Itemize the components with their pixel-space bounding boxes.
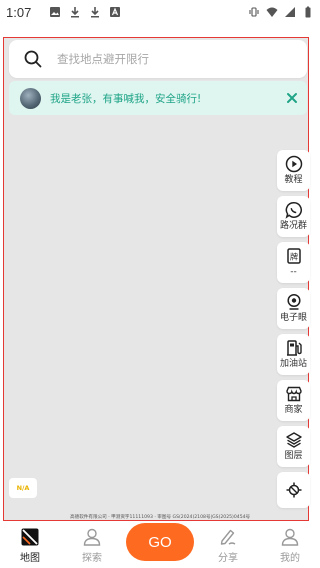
tool-label: 加油站 — [279, 359, 307, 369]
tool-label: 路况群 — [279, 221, 307, 231]
store-icon — [285, 385, 303, 403]
tool-label: 电子眼 — [279, 313, 307, 323]
scale-badge-text: N/A — [16, 484, 30, 492]
tool-gas-station-button[interactable]: 加油站 — [277, 334, 310, 375]
tool-label: -- — [290, 267, 297, 277]
notice-banner: 我是老张，有事喊我，安全骑行! — [9, 81, 307, 115]
nav-item-map[interactable]: 地图 — [10, 527, 50, 564]
nav-label-explore: 探索 — [82, 553, 102, 564]
app-screen: 1:07 查找地点避开限行 我是老张，有事喊我，安全骑行! 教程 路况群 牌 -… — [0, 0, 320, 568]
license-plate-icon: 牌 — [285, 247, 303, 265]
tool-merchant-button[interactable]: 商家 — [277, 380, 310, 421]
svg-text:牌: 牌 — [290, 252, 298, 262]
search-icon — [23, 49, 43, 69]
notice-text: 我是老张，有事喊我，安全骑行! — [50, 92, 202, 105]
nav-item-mine[interactable]: 我的 — [270, 527, 310, 564]
font-icon — [109, 6, 121, 18]
layers-icon — [285, 431, 303, 449]
nav-label-mine: 我的 — [280, 553, 300, 564]
go-button[interactable]: GO — [126, 523, 194, 561]
status-left: 1:07 — [6, 5, 121, 20]
tool-layers-button[interactable]: 图层 — [277, 426, 310, 467]
nav-label-map: 地图 — [20, 553, 40, 564]
map-icon — [20, 527, 40, 547]
tool-label: 商家 — [284, 405, 303, 415]
search-bar[interactable]: 查找地点避开限行 — [9, 40, 307, 78]
status-bar: 1:07 — [0, 0, 320, 24]
map-credits: 高德软件有限公司 · 甲测资字11111093 · 审图号 GS(2024)21… — [70, 515, 251, 520]
nav-item-explore[interactable]: 探索 — [72, 527, 112, 564]
avatar — [20, 87, 41, 109]
tool-label: 教程 — [284, 175, 303, 185]
play-icon — [285, 155, 303, 173]
close-icon[interactable] — [285, 91, 299, 105]
signal-icon — [284, 6, 296, 18]
fuel-icon — [285, 339, 303, 357]
image-icon — [49, 6, 61, 18]
tool-license-plate-button[interactable]: 牌 -- — [277, 242, 310, 283]
scale-badge: N/A — [9, 478, 37, 498]
nav-label-share: 分享 — [218, 553, 238, 564]
wifi-icon — [266, 6, 278, 18]
search-placeholder: 查找地点避开限行 — [57, 52, 149, 66]
locate-icon — [285, 481, 303, 499]
tool-tutorial-button[interactable]: 教程 — [277, 150, 310, 191]
vibrate-icon — [248, 6, 260, 18]
pen-icon — [218, 527, 238, 547]
battery-icon — [302, 6, 314, 18]
tool-traffic-group-button[interactable]: 路况群 — [277, 196, 310, 237]
bottom-nav: 地图 探索 GO 分享 我的 — [0, 521, 320, 568]
status-time: 1:07 — [6, 4, 32, 20]
camera-icon — [285, 293, 303, 311]
tool-speed-camera-button[interactable]: 电子眼 — [277, 288, 310, 329]
go-label: GO — [148, 533, 172, 551]
download-icon — [89, 6, 101, 18]
tool-locate-button[interactable] — [277, 472, 310, 508]
status-right — [248, 6, 314, 18]
tool-label: 图层 — [284, 451, 303, 461]
download-icon — [69, 6, 81, 18]
nav-item-share[interactable]: 分享 — [208, 527, 248, 564]
profile-icon — [280, 527, 300, 547]
user-icon — [82, 527, 102, 547]
chat-icon — [285, 201, 303, 219]
